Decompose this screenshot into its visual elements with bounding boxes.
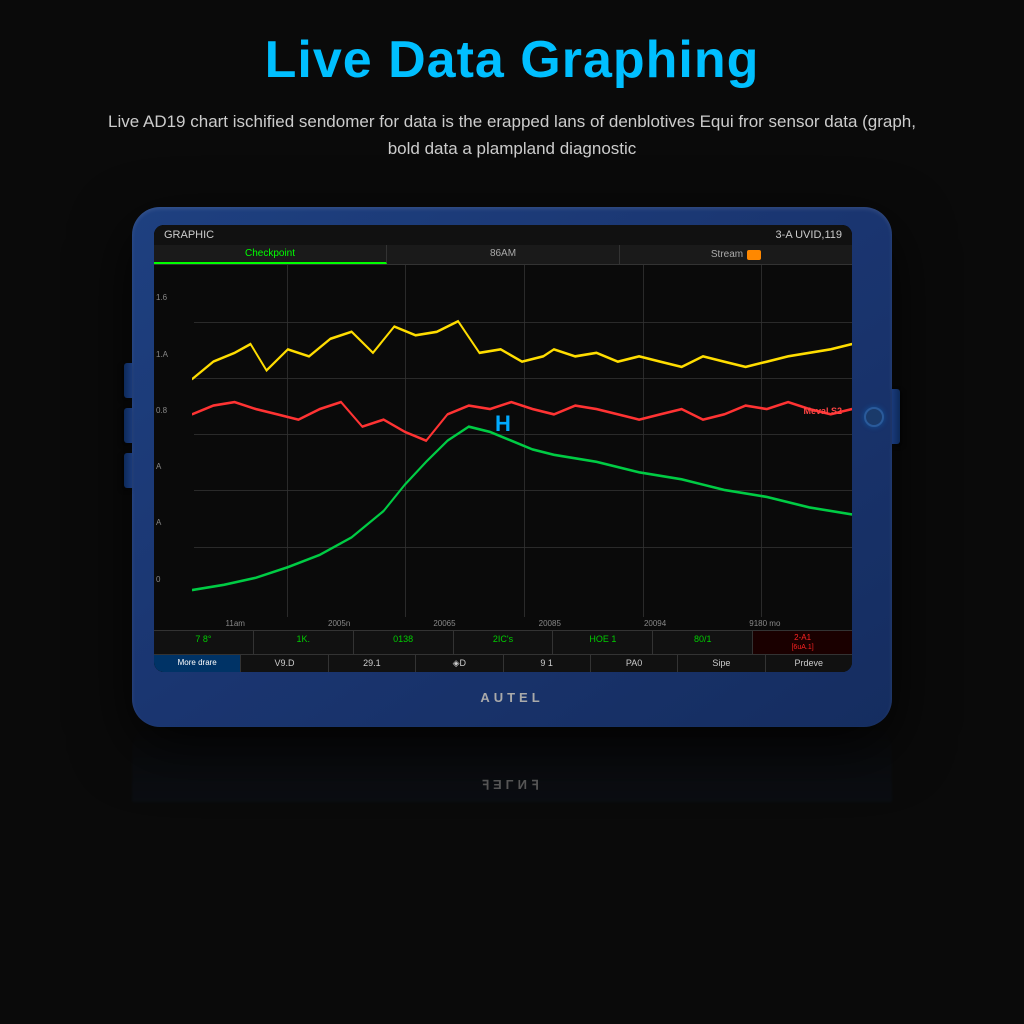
screen-topbar: GRAPHIC 3-A UVID,119 <box>154 225 852 245</box>
h-marker: H <box>495 411 511 437</box>
btn-sipe[interactable]: Sipe <box>678 655 765 672</box>
screen-id-label: 3-A UVID,119 <box>776 229 842 241</box>
side-btn-3[interactable] <box>124 453 132 488</box>
x-label-1: 11am <box>226 619 245 628</box>
header-section: Live Data Graphing Live AD19 chart ischi… <box>0 0 1024 177</box>
nav-tab-stream[interactable]: Stream <box>620 245 852 264</box>
x-label-2: 2005n <box>328 619 350 628</box>
btn-prdeve[interactable]: Prdeve <box>766 655 852 672</box>
y-label-4: A <box>156 462 161 471</box>
btn-row-1: 7 8° 1K. 0138 2IC's HOE 1 80/1 2-A1[6uA.… <box>154 630 852 655</box>
yellow-line <box>192 322 852 380</box>
device-body: GRAPHIC 3-A UVID,119 Checkpoint 86AM Str… <box>132 207 892 727</box>
btn-diamond[interactable]: ◈D <box>416 655 503 672</box>
screen-navtabs: Checkpoint 86AM Stream <box>154 245 852 265</box>
power-button[interactable] <box>864 407 884 427</box>
page-title: Live Data Graphing <box>60 30 964 90</box>
x-label-5: 20094 <box>644 619 666 628</box>
y-label-1: 1.6 <box>156 293 167 302</box>
side-btn-2[interactable] <box>124 408 132 443</box>
btn-291[interactable]: 29.1 <box>329 655 416 672</box>
side-btn-right-1[interactable] <box>892 389 900 444</box>
side-buttons-left <box>124 363 132 488</box>
reflection-text: ℲƎLNℲ <box>482 776 543 792</box>
btn-hoe1[interactable]: HOE 1 <box>553 631 653 655</box>
device-container: GRAPHIC 3-A UVID,119 Checkpoint 86AM Str… <box>132 207 892 727</box>
nav-tab-86am[interactable]: 86AM <box>387 245 620 264</box>
x-label-6: 9180 mo <box>749 619 780 628</box>
btn-pa0[interactable]: PA0 <box>591 655 678 672</box>
chart-area: 1.6 1.A 0.8 A A 0 <box>154 265 852 616</box>
y-label-2: 1.A <box>156 350 168 359</box>
side-buttons-right <box>892 389 900 444</box>
btn-80[interactable]: 80/1 <box>653 631 753 655</box>
x-label-3: 20065 <box>433 619 455 628</box>
btn-91[interactable]: 9 1 <box>504 655 591 672</box>
red-line <box>192 402 852 441</box>
btn-2ics[interactable]: 2IC's <box>454 631 554 655</box>
btn-more-drare[interactable]: More drare <box>154 655 241 672</box>
green-line <box>192 427 852 590</box>
x-axis: 11am 2005n 20065 20085 20094 9180 mo <box>154 617 852 630</box>
btn-v9d[interactable]: V9.D <box>241 655 328 672</box>
screen-bezel: GRAPHIC 3-A UVID,119 Checkpoint 86AM Str… <box>154 225 852 672</box>
y-label-6: 0 <box>156 575 160 584</box>
x-label-4: 20085 <box>539 619 561 628</box>
btn-78[interactable]: 7 8° <box>154 631 254 655</box>
btn-1k[interactable]: 1K. <box>254 631 354 655</box>
btn-0138[interactable]: 0138 <box>354 631 454 655</box>
subtitle-text: Live AD19 chart ischified sendomer for d… <box>102 108 922 162</box>
btn-row-2: More drare V9.D 29.1 ◈D 9 1 PA0 Sipe Prd… <box>154 654 852 672</box>
screen-mode-label: GRAPHIC <box>164 229 214 241</box>
y-label-3: 0.8 <box>156 406 167 415</box>
screen: GRAPHIC 3-A UVID,119 Checkpoint 86AM Str… <box>154 225 852 672</box>
btn-2a1[interactable]: 2-A1[6uA.1] <box>753 631 852 655</box>
chart-legend: Meval S2 <box>803 406 842 416</box>
side-btn-1[interactable] <box>124 363 132 398</box>
chart-svg <box>192 265 852 616</box>
device-reflection: ℲƎLNℲ <box>132 722 892 802</box>
nav-tab-checkpoint[interactable]: Checkpoint <box>154 245 387 264</box>
brand-label: AUTEL <box>480 690 543 705</box>
y-label-5: A <box>156 518 161 527</box>
